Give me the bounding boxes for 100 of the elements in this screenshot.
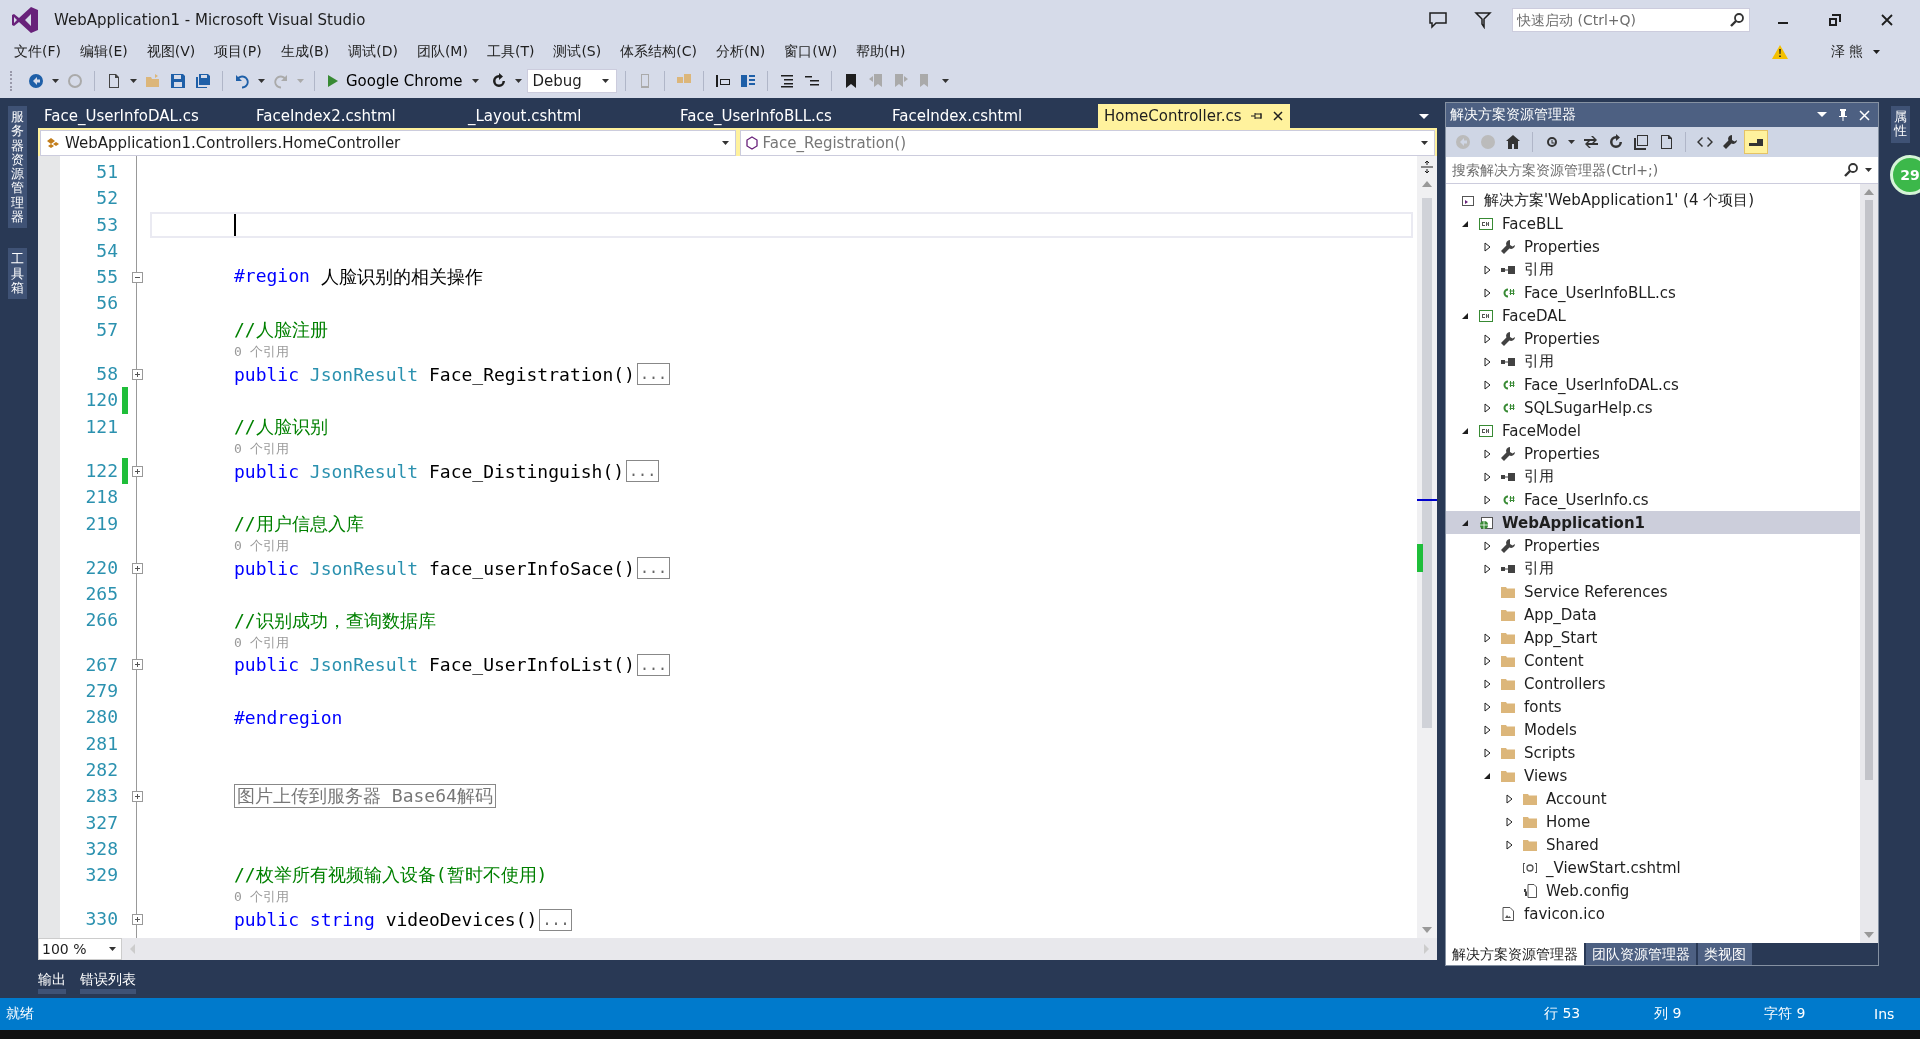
tree-item[interactable]: Face_UserInfoDAL.cs [1446, 373, 1860, 396]
type-dropdown[interactable]: WebApplication1.Controllers.HomeController [40, 130, 736, 156]
pin-icon[interactable] [1249, 110, 1264, 122]
tree-item[interactable]: Home [1446, 810, 1860, 833]
expand-icon[interactable] [131, 465, 143, 477]
document-tab[interactable]: _Layout.cshtml [462, 104, 670, 128]
tree-item[interactable]: favicon.ico [1446, 902, 1860, 925]
tree-item[interactable]: Controllers [1446, 672, 1860, 695]
collapsed-icon[interactable] [1483, 333, 1491, 344]
menu-item[interactable]: 窗口(W) [778, 41, 849, 63]
menu-item[interactable]: 项目(P) [208, 41, 273, 63]
collapsed-icon[interactable] [1483, 655, 1491, 666]
document-tab[interactable]: FaceIndex2.cshtml [250, 104, 458, 128]
dock-tab[interactable]: 属性 [1890, 106, 1910, 143]
collapsed-icon[interactable] [1483, 540, 1491, 551]
collapsed-icon[interactable] [1483, 632, 1491, 643]
expanded-icon[interactable] [1461, 311, 1469, 320]
panel-tab[interactable]: 错误列表 [80, 964, 136, 994]
caret-icon[interactable] [1568, 140, 1575, 144]
document-tab[interactable]: Face_UserInfoDAL.cs [38, 104, 246, 128]
tree-item[interactable]: Service References [1446, 580, 1860, 603]
menu-item[interactable]: 测试(S) [547, 41, 613, 63]
pin-icon[interactable] [1837, 108, 1849, 122]
tree-item[interactable]: 引用 [1446, 557, 1860, 580]
menu-item[interactable]: 生成(B) [274, 41, 341, 63]
tree-item[interactable]: fonts [1446, 695, 1860, 718]
zoom-dropdown[interactable]: 100 % [38, 938, 122, 960]
menu-item[interactable]: 团队(M) [410, 41, 479, 63]
filter-icon[interactable] [1474, 11, 1492, 29]
dropdown-icon[interactable] [1817, 112, 1827, 118]
collapsed-block[interactable]: ... [636, 653, 670, 676]
expanded-icon[interactable] [1461, 518, 1469, 527]
document-tab[interactable]: Face_UserInfoBLL.cs [674, 104, 882, 128]
collapsed-region[interactable]: 图片上传到服务器 Base64解码 [234, 784, 496, 809]
menu-item[interactable]: 视图(V) [140, 41, 207, 63]
warning-icon[interactable] [1770, 44, 1789, 60]
quick-launch-field[interactable]: 快速启动 (Ctrl+Q) [1512, 8, 1750, 32]
collapsed-icon[interactable] [1483, 701, 1491, 712]
panel-tab[interactable]: 团队资源管理器 [1586, 943, 1696, 965]
caret-icon[interactable] [471, 79, 479, 83]
collapsed-icon[interactable] [1483, 402, 1491, 413]
tree-item[interactable]: Properties [1446, 442, 1860, 465]
collapsed-block[interactable]: ... [539, 908, 573, 931]
caret-icon[interactable] [601, 79, 609, 83]
document-tab[interactable]: HomeController.cs [1098, 104, 1290, 128]
feedback-icon[interactable] [1428, 11, 1448, 29]
user-name[interactable]: 泽 熊 [1830, 43, 1863, 61]
vertical-scrollbar[interactable] [1860, 184, 1878, 943]
tree-item[interactable]: Web.config [1446, 879, 1860, 902]
expanded-icon[interactable] [1483, 771, 1491, 780]
caret-icon[interactable] [514, 79, 522, 83]
caret-icon[interactable] [130, 79, 137, 83]
search-icon[interactable] [1843, 162, 1859, 178]
collapsed-icon[interactable] [1505, 839, 1513, 850]
tree-item[interactable]: FaceModel [1446, 419, 1860, 442]
preview-icon[interactable] [1744, 130, 1768, 154]
collapsed-icon[interactable] [1483, 241, 1491, 252]
tree-item[interactable]: Content [1446, 649, 1860, 672]
caret-icon[interactable] [1421, 141, 1428, 145]
collapsed-icon[interactable] [1483, 563, 1491, 574]
menu-item[interactable]: 文件(F) [8, 41, 72, 63]
tree-item[interactable]: Account [1446, 787, 1860, 810]
dock-tab[interactable]: 服务器资源管理器 [7, 106, 27, 229]
collapse-icon[interactable] [131, 271, 143, 283]
collapsed-icon[interactable] [1483, 494, 1491, 505]
menu-item[interactable]: 调试(D) [342, 41, 409, 63]
collapsed-block[interactable]: ... [636, 557, 670, 579]
split-icon[interactable] [1420, 160, 1434, 174]
tree-item[interactable]: 引用 [1446, 465, 1860, 488]
tab-list-icon[interactable] [1419, 114, 1429, 120]
tree-item[interactable]: Shared [1446, 833, 1860, 856]
caret-icon[interactable] [721, 141, 729, 145]
collapsed-icon[interactable] [1483, 678, 1491, 689]
tree-item[interactable]: Properties [1446, 235, 1860, 258]
search-icon[interactable] [1729, 12, 1745, 28]
collapsed-icon[interactable] [1483, 379, 1491, 390]
caret-icon[interactable] [109, 947, 116, 951]
scroll-thumb[interactable] [1422, 198, 1432, 728]
collapsed-icon[interactable] [1483, 448, 1491, 459]
vertical-scrollbar[interactable] [1417, 156, 1437, 938]
member-dropdown[interactable]: Face_Registration() [739, 130, 1435, 156]
close-icon[interactable] [1271, 110, 1284, 122]
collapsed-icon[interactable] [1483, 471, 1491, 482]
tree-item[interactable]: WebApplication1 [1446, 511, 1860, 534]
menu-item[interactable]: 分析(N) [709, 41, 777, 63]
dock-tab[interactable]: 工具箱 [7, 248, 27, 300]
panel-tab[interactable]: 解决方案资源管理器 [1446, 943, 1584, 965]
collapsed-block[interactable]: ... [636, 363, 670, 386]
tree-item[interactable]: _ViewStart.cshtml [1446, 856, 1860, 879]
tree-item[interactable]: App_Data [1446, 603, 1860, 626]
caret-icon[interactable] [258, 79, 265, 83]
expand-icon[interactable] [131, 914, 143, 926]
scroll-thumb[interactable] [1865, 200, 1873, 780]
caret-icon[interactable] [1873, 50, 1880, 54]
tree-item[interactable]: 引用 [1446, 258, 1860, 281]
menu-item[interactable]: 编辑(E) [74, 41, 139, 63]
tree-item[interactable]: 引用 [1446, 350, 1860, 373]
collapsed-icon[interactable] [1505, 793, 1513, 804]
tree-item[interactable]: Face_UserInfo.cs [1446, 488, 1860, 511]
expand-icon[interactable] [131, 659, 143, 671]
